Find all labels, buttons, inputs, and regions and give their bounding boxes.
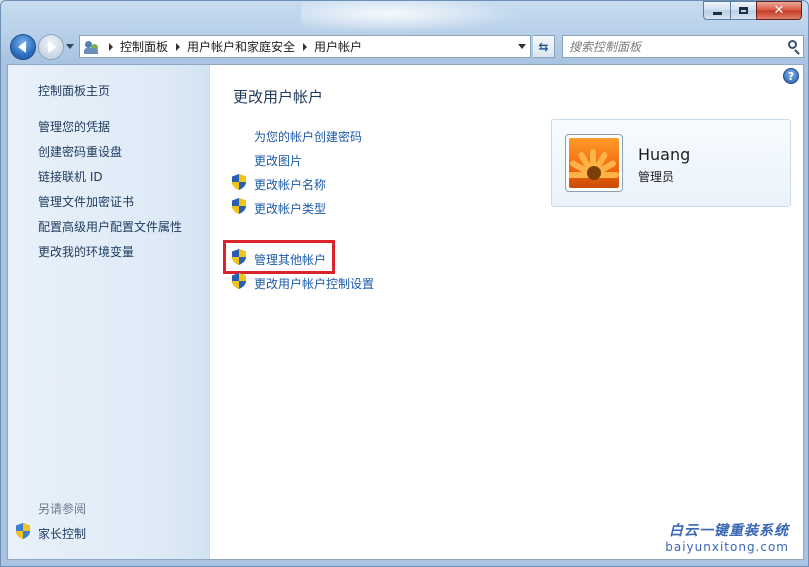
avatar: [565, 134, 623, 192]
breadcrumb-separator-icon[interactable]: [109, 42, 113, 51]
help-button[interactable]: ?: [783, 68, 799, 84]
address-bar[interactable]: 控制面板 用户帐户和家庭安全 用户帐户: [79, 35, 531, 58]
breadcrumb-control-panel[interactable]: 控制面板: [120, 38, 168, 55]
sidebar-link-password-reset-disk[interactable]: 创建密码重设盘: [38, 143, 122, 160]
search-icon[interactable]: [788, 40, 797, 49]
back-button[interactable]: [10, 34, 36, 60]
sidebar-link-encryption-certificates[interactable]: 管理文件加密证书: [38, 193, 134, 210]
uac-shield-icon: [232, 273, 246, 289]
uac-shield-icon: [232, 249, 246, 265]
task-uac-settings[interactable]: 更改用户帐户控制设置: [254, 275, 374, 292]
search-input[interactable]: [569, 37, 779, 56]
forward-arrow-icon: [48, 41, 56, 53]
sidebar-link-environment-variables[interactable]: 更改我的环境变量: [38, 243, 134, 260]
recent-pages-dropdown[interactable]: [66, 44, 74, 49]
breadcrumb-separator-icon[interactable]: [303, 42, 308, 51]
sidebar-link-parental-controls[interactable]: 家长控制: [38, 525, 86, 542]
uac-shield-icon: [232, 198, 246, 214]
watermark-text-cn: 白云一键重装系统: [669, 523, 789, 539]
back-arrow-icon: [18, 41, 26, 53]
forward-button[interactable]: [38, 34, 64, 60]
content-area: 控制面板主页 管理您的凭据 创建密码重设盘 链接联机 ID 管理文件加密证书 配…: [7, 64, 804, 560]
sidebar-link-advanced-profile[interactable]: 配置高级用户配置文件属性: [38, 218, 182, 235]
breadcrumb-separator-icon[interactable]: [176, 42, 181, 51]
uac-shield-icon: [232, 174, 246, 190]
maximize-button[interactable]: [730, 1, 756, 20]
breadcrumb-user-accounts[interactable]: 用户帐户: [314, 38, 362, 55]
refresh-button[interactable]: ⇆: [533, 35, 555, 58]
help-icon: ?: [787, 69, 795, 83]
address-dropdown-icon[interactable]: [518, 44, 526, 49]
title-bar-background: [301, 1, 521, 33]
sidebar-link-online-id[interactable]: 链接联机 ID: [38, 168, 103, 185]
navigation-bar: 控制面板 用户帐户和家庭安全 用户帐户 ⇆: [7, 34, 804, 60]
task-manage-other-accounts[interactable]: 管理其他帐户: [254, 251, 326, 268]
task-change-account-type[interactable]: 更改帐户类型: [254, 200, 326, 217]
sidebar-link-manage-credentials[interactable]: 管理您的凭据: [38, 118, 110, 135]
watermark: 白云一键重装系统 baiyunxitong.com: [665, 520, 789, 554]
caption-buttons: ✕: [703, 1, 802, 20]
flower-picture-icon: [569, 138, 619, 188]
task-create-password[interactable]: 为您的帐户创建密码: [254, 128, 362, 145]
refresh-icon: ⇆: [538, 39, 549, 54]
uac-shield-icon: [16, 523, 30, 539]
breadcrumb-user-accounts-family[interactable]: 用户帐户和家庭安全: [187, 38, 295, 55]
maximize-icon: [739, 7, 748, 14]
close-button[interactable]: ✕: [756, 1, 802, 20]
account-role: 管理员: [638, 170, 675, 184]
see-also-heading: 另请参阅: [38, 502, 87, 516]
page-title: 更改用户帐户: [233, 88, 324, 106]
task-pane: 控制面板主页 管理您的凭据 创建密码重设盘 链接联机 ID 管理文件加密证书 配…: [8, 65, 210, 559]
account-card: Huang 管理员: [551, 119, 791, 207]
search-box[interactable]: [562, 35, 804, 58]
task-change-account-name[interactable]: 更改帐户名称: [254, 176, 326, 193]
sidebar-link-control-panel-home[interactable]: 控制面板主页: [38, 82, 110, 99]
close-icon: ✕: [773, 3, 785, 18]
users-icon: [83, 39, 101, 55]
control-panel-window: ✕ 控制面板 用户帐户和家庭安全 用户帐户 ⇆ 搜索控制面板 控制面板主页 管理…: [0, 0, 809, 567]
watermark-text-en: baiyunxitong.com: [665, 540, 789, 554]
task-change-picture[interactable]: 更改图片: [254, 152, 302, 169]
minimize-button[interactable]: [703, 1, 730, 20]
account-name: Huang: [638, 145, 691, 164]
minimize-icon: [712, 12, 722, 15]
